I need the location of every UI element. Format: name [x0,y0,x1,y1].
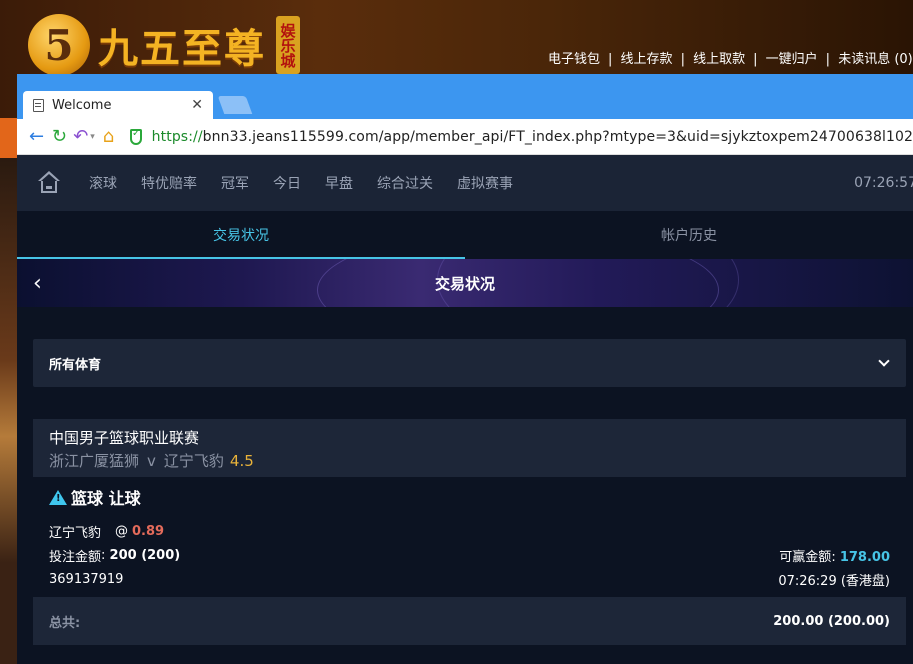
bet-card-header: 中国男子篮球职业联赛 浙江广厦猛狮 v 辽宁飞豹 4.5 [33,419,906,477]
back-arrow-icon[interactable]: ← [25,123,48,151]
tab-welcome[interactable]: Welcome ✕ [23,91,213,119]
separator: | [608,52,613,67]
total-row: 总共: 200.00 (200.00) [33,597,906,645]
total-value: 200.00 (200.00) [773,613,890,629]
stake-row: 投注金额: 200 (200) 可赢金额: 178.00 [49,547,890,565]
match-teams: 浙江广厦猛狮 v 辽宁飞豹 4.5 [49,450,890,471]
page-header-banner: ‹ 交易状况 [17,259,913,307]
clock: 07:26:57 [854,175,913,191]
home-icon[interactable] [37,171,61,195]
stake-value: 200 (200) [109,547,181,563]
separator: | [753,52,758,67]
league-name: 中国男子篮球职业联赛 [49,429,200,447]
nav-live[interactable]: 滚球 [89,173,117,193]
refresh-icon[interactable]: ↻ [48,123,71,151]
top-nav: 滚球 特优赔率 冠军 今日 早盘 综合过关 虚拟赛事 07:26:57 [17,155,913,211]
url-input[interactable]: https://bnn33.jeans115599.com/app/member… [152,129,913,145]
odds: 0.89 [132,523,165,539]
separator: | [825,52,831,67]
bet-type-label: 篮球 让球 [71,489,141,508]
bet-card: 中国男子篮球职业联赛 浙江广厦猛狮 v 辽宁飞豹 4.5 篮球 让球 辽宁飞豹 @ 0… [33,419,906,597]
away-team: 辽宁飞豹 [163,452,224,470]
warning-icon [49,489,67,505]
page-content: 滚球 特优赔率 冠军 今日 早盘 综合过关 虚拟赛事 07:26:57 交易状况… [17,155,913,664]
handicap-line: 4.5 [229,452,254,470]
undo-icon[interactable]: ↶ ▾ [71,123,97,151]
ticket-id: 369137919 [49,571,124,587]
home-team: 浙江广厦猛狮 [49,452,140,470]
stake-label: 投注金额 [49,549,102,565]
odds-at: @ [115,523,129,539]
sub-tabs: 交易状况 帐户历史 [17,211,913,259]
total-label: 总共: [49,615,81,631]
win-amount: 可赢金额: 178.00 [779,549,890,565]
filter-label: 所有体育 [49,357,102,373]
nav-today[interactable]: 今日 [273,173,301,193]
browser-window: Welcome ✕ ← ↻ ↶▾ ⌂ https://bnn33.jeans11… [17,74,913,664]
close-icon[interactable]: ✕ [191,97,203,113]
logo-emblem: 5 [28,14,90,76]
nav-parlay[interactable]: 综合过关 [377,173,433,193]
win-value: 178.00 [839,549,890,565]
tab-bar: Welcome ✕ [17,74,913,119]
home-icon[interactable]: ⌂ [97,123,120,151]
page-icon [33,98,44,112]
selection: 辽宁飞豹 [49,525,102,541]
new-tab-button[interactable] [217,96,253,114]
ticket-row: 369137919 07:26:29 (香港盘) [49,567,890,591]
tab-title: Welcome [52,97,112,113]
bet-type: 篮球 让球 [49,485,890,509]
security-shield-icon[interactable] [130,128,142,145]
nav-early[interactable]: 早盘 [325,173,353,193]
site-logo[interactable]: 5 九五至尊 娱乐城 [28,14,300,76]
background-strip [0,118,17,158]
tab-transaction-status[interactable]: 交易状况 [17,211,465,259]
selection-row: 辽宁飞豹 @ 0.89 [49,519,890,543]
account-links: 电子钱包 | 线上存款 | 线上取款 | 一键归户 | 未读讯息 (0) [548,48,913,67]
nav-best-odds[interactable]: 特优赔率 [141,173,197,193]
sport-filter-dropdown[interactable]: 所有体育 [33,339,906,387]
link-withdraw[interactable]: 线上取款 [693,52,745,67]
nav-virtual[interactable]: 虚拟赛事 [457,173,513,193]
nav-outrights[interactable]: 冠军 [221,173,249,193]
link-unread-messages[interactable]: 未读讯息 (0) [838,52,913,67]
logo-badge: 娱乐城 [276,16,300,74]
logo-text: 九五至尊 [98,25,266,72]
page-title: 交易状况 [434,274,495,293]
link-consolidate[interactable]: 一键归户 [766,52,818,67]
versus: v [147,452,156,470]
link-e-wallet[interactable]: 电子钱包 [548,52,600,67]
bet-card-body: 篮球 让球 辽宁飞豹 @ 0.89 投注金额: 200 (200) 可赢金额: … [33,477,906,597]
separator: | [680,52,685,67]
bet-time: 07:26:29 (香港盘) [778,573,890,589]
back-chevron-icon[interactable]: ‹ [33,271,42,296]
chevron-down-icon [878,355,890,367]
background-banner-edge [0,158,17,664]
link-deposit[interactable]: 线上存款 [621,52,673,67]
address-bar: ← ↻ ↶▾ ⌂ https://bnn33.jeans115599.com/a… [17,119,913,155]
tab-account-history[interactable]: 帐户历史 [465,211,913,259]
